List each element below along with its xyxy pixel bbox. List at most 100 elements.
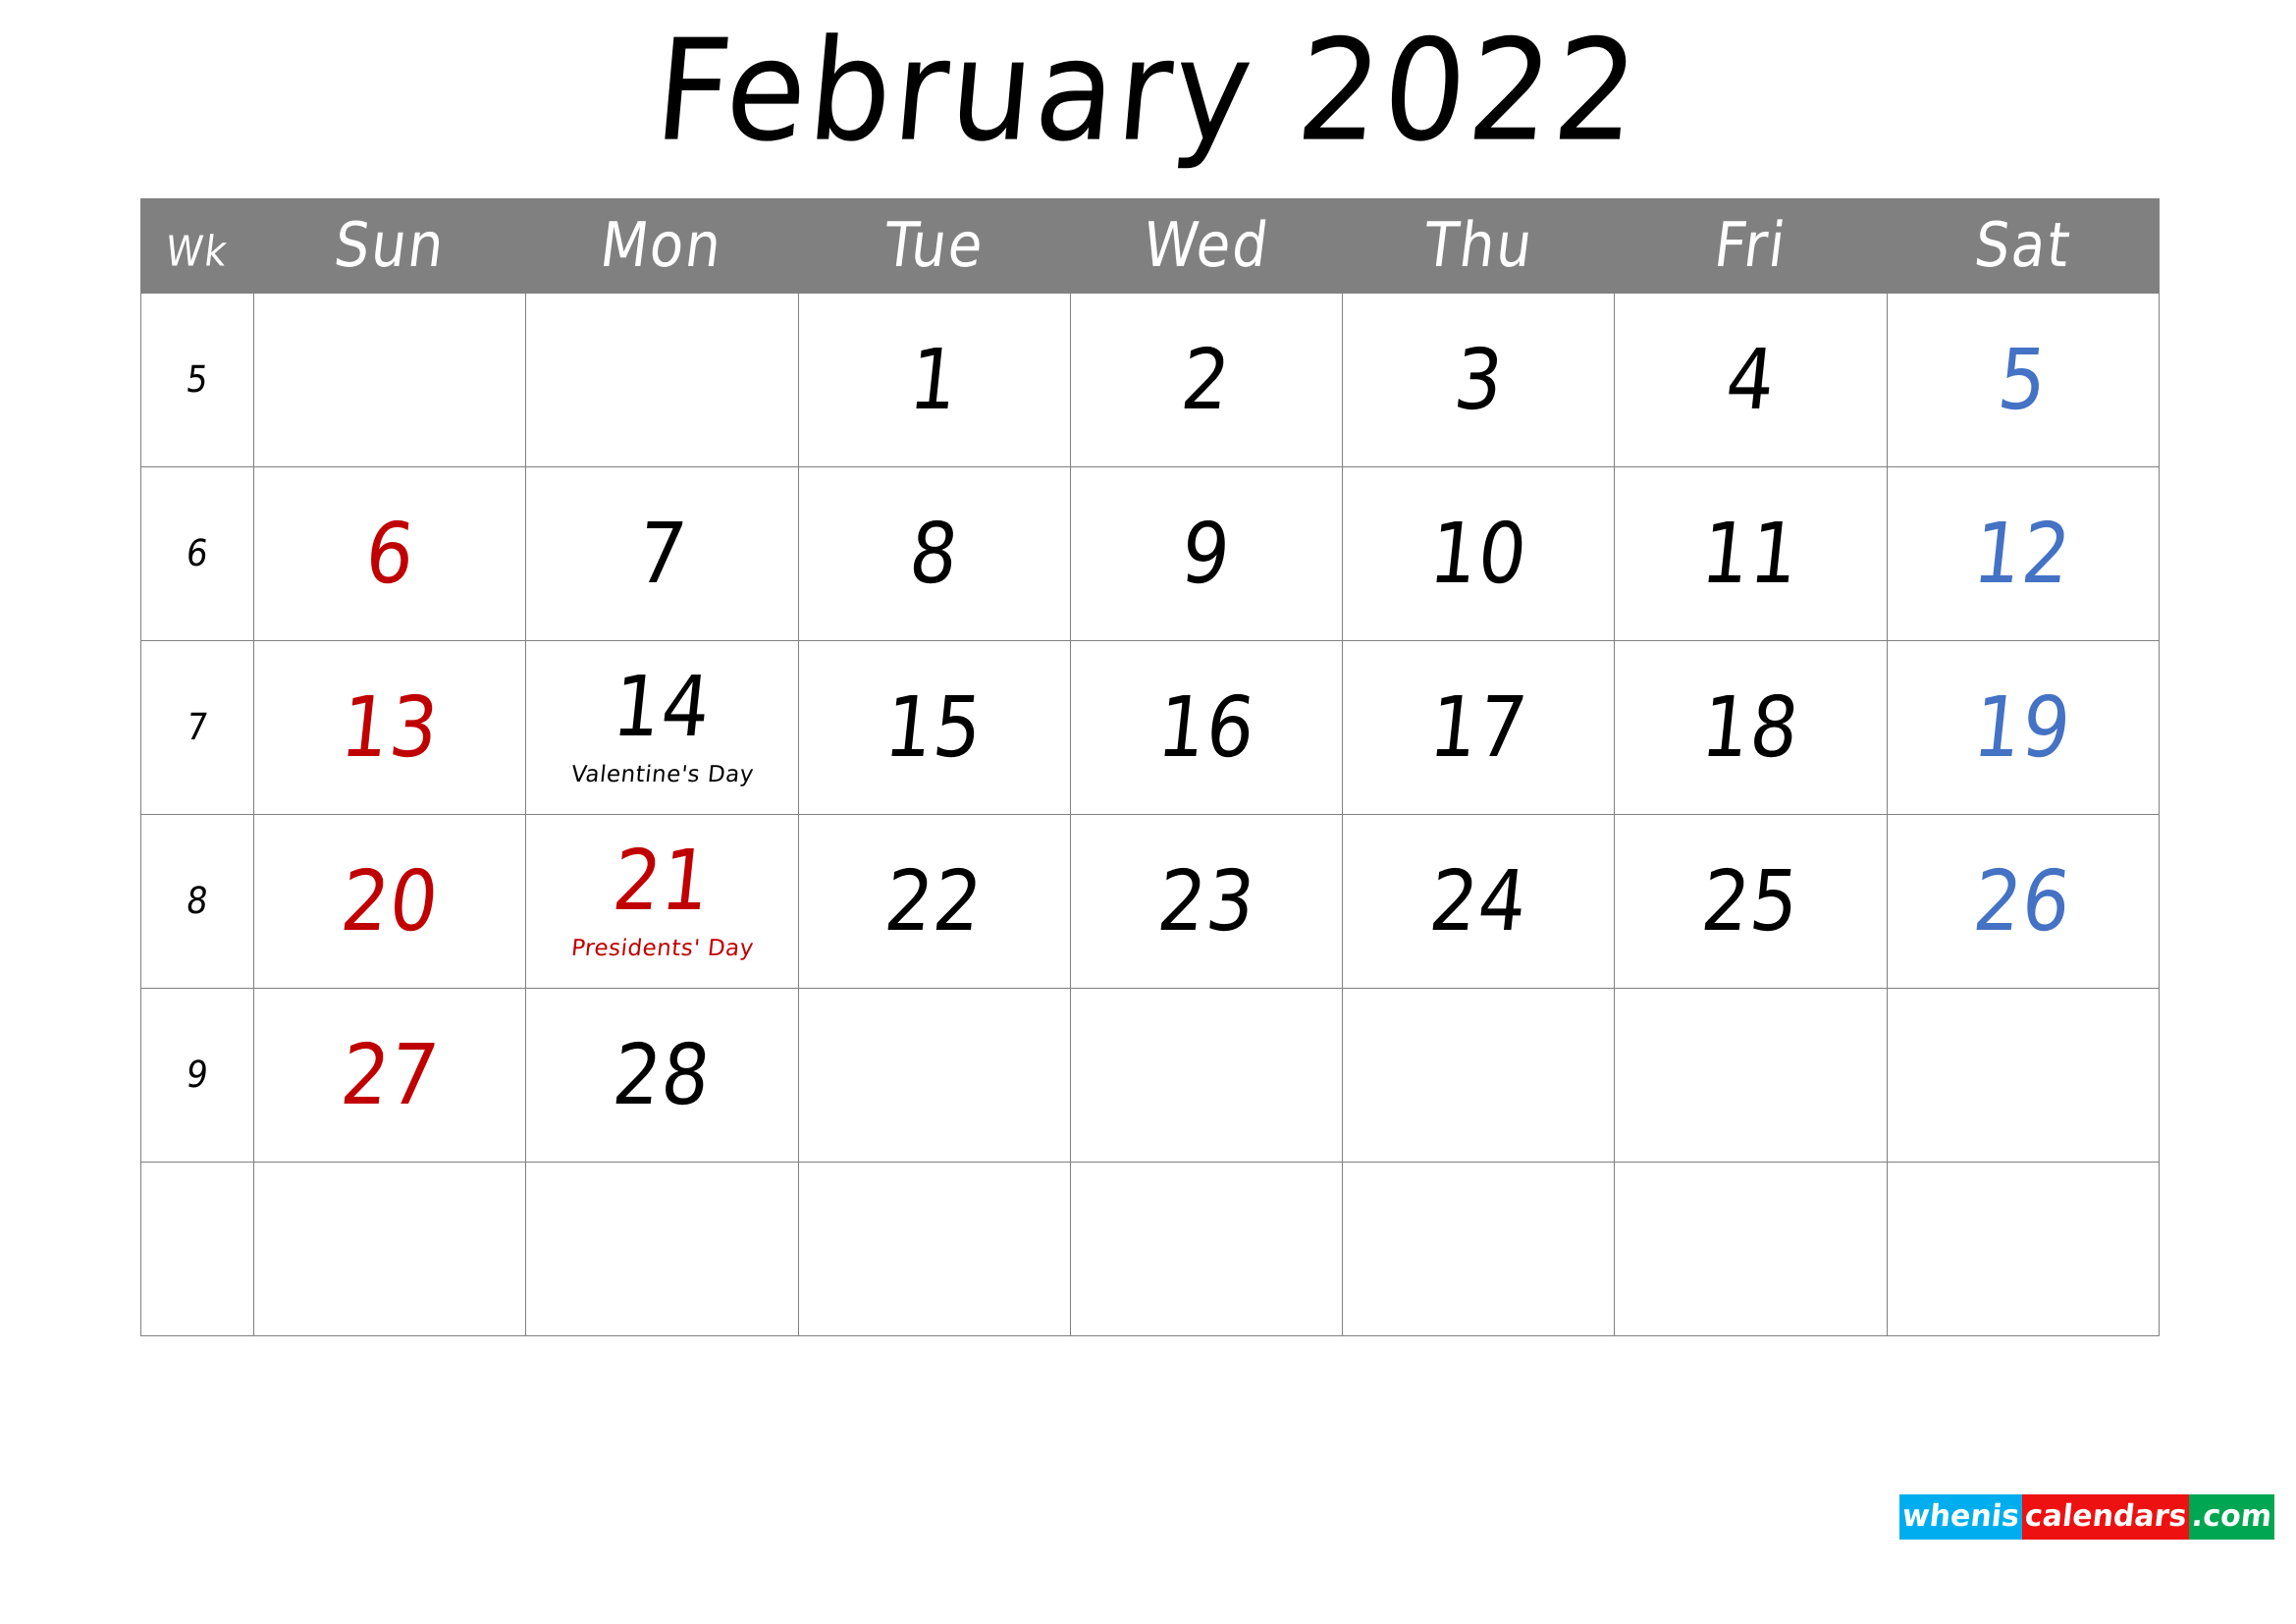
week-number-cell: 8 [139,814,255,989]
day-cell[interactable]: 23 [1069,814,1344,989]
week-number-cell [139,1162,255,1336]
day-cell-content [526,294,797,466]
day-cell-content: 13 [254,641,525,814]
day-cell[interactable]: 22 [797,814,1071,989]
day-cell-content [526,1163,797,1335]
day-number: 7 [632,504,692,603]
week-number-label: 7 [184,706,211,749]
day-number: 28 [608,1025,717,1124]
day-number: 4 [1721,330,1781,429]
day-cell-empty [1069,1162,1344,1336]
calendar-week-row: 7 13 14 Valentine's Day 15 16 17 18 19 [139,640,2161,815]
day-cell[interactable]: 21 Presidents' Day [525,814,799,989]
day-number: 5 [1993,330,2053,429]
day-cell[interactable]: 11 [1614,466,1888,641]
day-cell-content: 12 [1888,467,2159,640]
calendar-grid: Wk Sun Mon Tue Wed Thu Fri Sat 5 1 2 3 4 5 6 6 7 8 9 10 11 1… [139,198,2161,1336]
day-cell-content [254,1163,525,1335]
day-cell-content: 5 [1888,294,2159,466]
day-cell[interactable]: 2 [1069,293,1344,467]
day-cell[interactable]: 4 [1614,293,1888,467]
day-number: 3 [1449,330,1509,429]
column-header-thu: Thu [1342,198,1616,294]
calendar-body: 5 1 2 3 4 5 6 6 7 8 9 10 11 12 7 13 14 Valentine's Day 15 1… [139,293,2161,1336]
day-cell[interactable]: 20 [253,814,527,989]
week-number-cell: 5 [139,293,255,467]
day-cell-content: 22 [799,815,1070,988]
day-number: 16 [1152,677,1260,777]
calendar-week-row: 5 1 2 3 4 5 [139,293,2161,467]
day-cell[interactable]: 18 [1614,640,1888,815]
day-cell-content: 28 [526,989,797,1162]
day-cell[interactable]: 14 Valentine's Day [525,640,799,815]
day-number: 14 [608,657,717,755]
page-title: February 2022 [649,9,1647,174]
day-number: 26 [1969,851,2077,950]
day-number: 15 [881,677,988,777]
column-header-sun: Sun [253,198,527,294]
day-cell-empty [253,1162,527,1336]
day-cell[interactable]: 24 [1342,814,1616,989]
day-number: 21 [608,831,717,929]
day-cell[interactable]: 9 [1069,466,1344,641]
day-number: 12 [1969,504,2077,603]
day-cell-content: 23 [1071,815,1342,988]
day-cell[interactable]: 25 [1614,814,1888,989]
site-logo[interactable]: whenis calendars .com [1898,1494,2274,1540]
day-cell-content: 14 Valentine's Day [526,641,797,814]
day-cell-empty [1342,1162,1616,1336]
day-cell-content: 10 [1343,467,1614,640]
day-cell[interactable]: 27 [253,988,527,1163]
day-cell[interactable]: 16 [1069,640,1344,815]
day-cell[interactable]: 5 [1886,293,2161,467]
day-cell-empty [525,1162,799,1336]
holiday-label: Presidents' Day [569,935,755,961]
day-cell[interactable]: 26 [1886,814,2161,989]
column-header-fri: Fri [1614,198,1888,294]
column-header-label: Tue [880,210,989,282]
day-cell[interactable]: 28 [525,988,799,1163]
day-cell[interactable]: 7 [525,466,799,641]
column-header-label: Thu [1419,210,1538,282]
day-cell-content [1343,989,1614,1162]
day-cell[interactable]: 1 [797,293,1071,467]
day-cell-empty [1342,988,1616,1163]
day-cell-empty [1069,988,1344,1163]
calendar-week-row [139,1162,2161,1336]
day-number: 20 [336,851,444,950]
week-number-label: 6 [184,532,211,575]
column-header-label: Sun [330,210,450,282]
day-cell-content [1071,1163,1342,1335]
day-cell-content [1888,989,2159,1162]
day-cell[interactable]: 15 [797,640,1071,815]
day-cell-content [1071,989,1342,1162]
day-cell[interactable]: 6 [253,466,527,641]
day-cell-empty [1886,1162,2161,1336]
day-number: 1 [904,330,964,429]
day-cell-content: 1 [799,294,1070,466]
logo-segment-whenis: whenis [1898,1494,2022,1540]
day-number: 11 [1697,504,1805,603]
day-cell-content: 18 [1615,641,1886,814]
day-cell[interactable]: 17 [1342,640,1616,815]
day-cell[interactable]: 8 [797,466,1071,641]
day-cell[interactable]: 19 [1886,640,2161,815]
day-cell[interactable]: 13 [253,640,527,815]
day-cell[interactable]: 3 [1342,293,1616,467]
column-header-tue: Tue [797,198,1071,294]
day-cell-content: 4 [1615,294,1886,466]
logo-segment-com: .com [2188,1494,2274,1540]
day-number: 22 [881,851,988,950]
day-cell-content [799,1163,1070,1335]
column-header-label: Sat [1970,210,2076,282]
day-cell[interactable]: 10 [1342,466,1616,641]
day-cell-content: 26 [1888,815,2159,988]
day-cell-content: 20 [254,815,525,988]
day-cell-content: 19 [1888,641,2159,814]
column-header-wed: Wed [1069,198,1344,294]
day-cell[interactable]: 12 [1886,466,2161,641]
day-cell-content [799,989,1070,1162]
day-cell-content: 9 [1071,467,1342,640]
column-header-label: Wk [163,227,232,276]
logo-segment-calendars: calendars [2021,1494,2189,1540]
